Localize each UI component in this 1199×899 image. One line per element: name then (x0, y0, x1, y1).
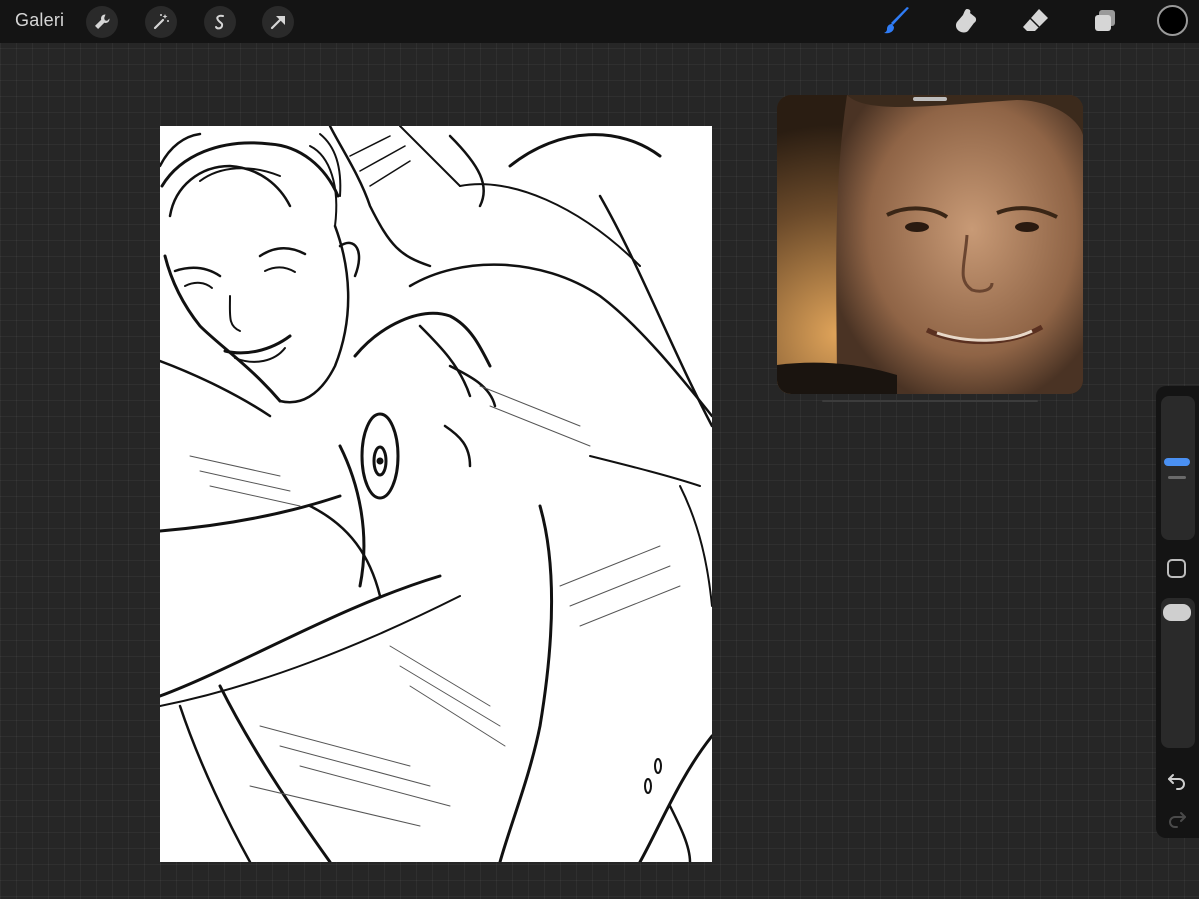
selection-icon (215, 14, 224, 30)
reference-photo (777, 95, 1083, 394)
brush-icon (884, 7, 909, 34)
top-toolbar: Galeri (0, 0, 1199, 43)
sketch-drawing (160, 126, 712, 862)
magic-wand-icon (153, 14, 169, 30)
brush-size-slider[interactable] (1161, 396, 1195, 540)
brush-tool[interactable] (880, 4, 914, 38)
adjustments-button[interactable] (145, 6, 177, 38)
undo-button[interactable] (1165, 768, 1189, 792)
wrench-icon (95, 14, 110, 29)
transform-arrow-icon (270, 16, 285, 30)
reference-resize-handle[interactable] (822, 400, 1038, 402)
undo-icon (1168, 774, 1185, 790)
brush-size-indicator (1168, 476, 1186, 479)
color-swatch[interactable] (1157, 5, 1188, 36)
transform-button[interactable] (262, 6, 294, 38)
eraser-tool[interactable] (1018, 4, 1052, 38)
eraser-icon (1023, 9, 1048, 31)
redo-button[interactable] (1165, 806, 1189, 830)
actions-button[interactable] (86, 6, 118, 38)
brush-size-slider-thumb[interactable] (1164, 458, 1190, 466)
reference-drag-handle[interactable] (913, 97, 947, 101)
layers-tool[interactable] (1088, 4, 1122, 38)
reference-window[interactable] (777, 95, 1083, 394)
smudge-tool[interactable] (949, 4, 983, 38)
modify-button[interactable] (1167, 559, 1186, 578)
selection-button[interactable] (204, 6, 236, 38)
opacity-slider-thumb[interactable] (1163, 604, 1191, 621)
gallery-button[interactable]: Galeri (15, 10, 64, 31)
layers-icon (1095, 10, 1115, 31)
drawing-canvas[interactable] (160, 126, 712, 862)
smudge-icon (955, 9, 977, 33)
redo-icon (1169, 812, 1186, 828)
